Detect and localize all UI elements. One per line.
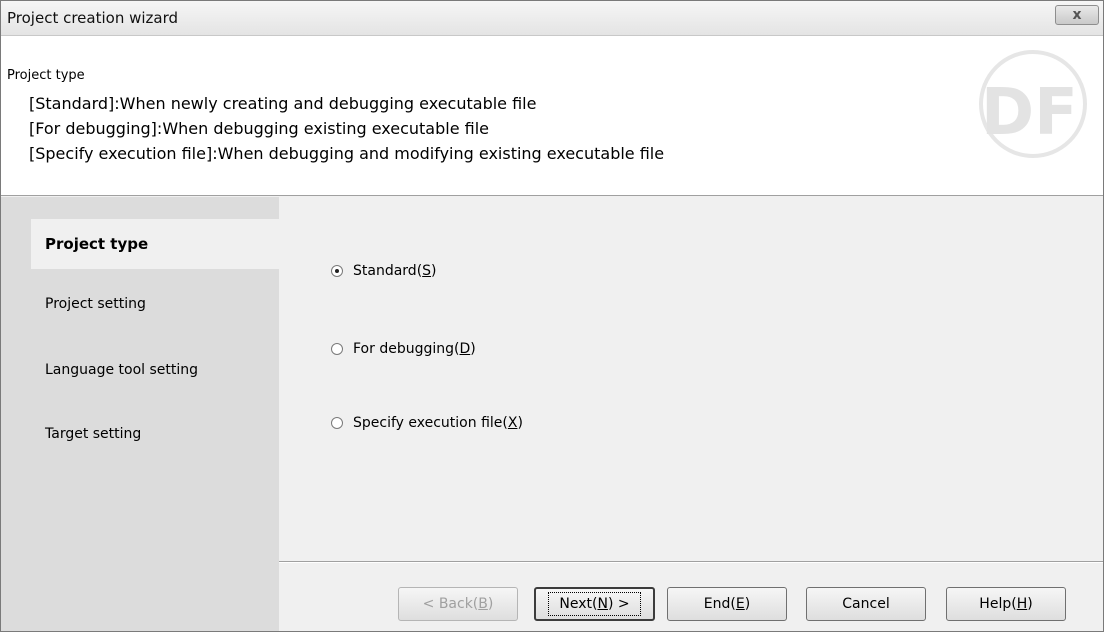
close-button[interactable]: x (1055, 5, 1099, 25)
radio-specify-execution-file[interactable]: Specify execution file(X) (331, 415, 523, 431)
back-button[interactable]: < Back(B) (398, 587, 518, 621)
radio-label: For debugging(D) (353, 341, 476, 357)
header-title: Project type (7, 68, 85, 83)
nav-item-project-setting[interactable]: Project setting (31, 279, 279, 329)
wizard-step-nav: Project type Project setting Language to… (1, 197, 279, 631)
radio-for-debugging[interactable]: For debugging(D) (331, 341, 476, 357)
header-description-line: [For debugging]:When debugging existing … (29, 119, 489, 138)
header-description-line: [Standard]:When newly creating and debug… (29, 94, 537, 113)
button-divider (279, 561, 1103, 563)
next-button[interactable]: Next(N) > (534, 587, 655, 621)
wizard-header: Project type [Standard]:When newly creat… (1, 36, 1103, 196)
radio-button[interactable] (331, 417, 343, 429)
end-button[interactable]: End(E) (667, 587, 787, 621)
nav-item-target-setting[interactable]: Target setting (31, 409, 279, 459)
radio-button[interactable] (331, 343, 343, 355)
nav-item-label: Language tool setting (45, 362, 199, 378)
nav-item-project-type[interactable]: Project type (31, 219, 279, 269)
header-description-line: [Specify execution file]:When debugging … (29, 144, 665, 163)
window-title: Project creation wizard (7, 9, 179, 27)
svg-text:DF: DF (981, 76, 1078, 150)
radio-label: Specify execution file(X) (353, 415, 523, 431)
cancel-button[interactable]: Cancel (806, 587, 926, 621)
help-button[interactable]: Help(H) (946, 587, 1066, 621)
radio-button-checked[interactable] (331, 265, 343, 277)
radio-label: Standard(S) (353, 263, 437, 279)
nav-item-language-tool-setting[interactable]: Language tool setting (31, 345, 279, 395)
nav-item-label: Project setting (45, 296, 146, 312)
close-icon: x (1072, 7, 1082, 23)
nav-item-label: Target setting (45, 426, 142, 442)
radio-standard[interactable]: Standard(S) (331, 263, 437, 279)
wizard-content: Standard(S) For debugging(D) Specify exe… (279, 197, 1103, 631)
df-logo-icon: DF (979, 50, 1087, 158)
title-bar: Project creation wizard x (1, 1, 1103, 36)
wizard-window: Project creation wizard x Project type [… (0, 0, 1104, 632)
nav-item-label: Project type (45, 235, 149, 253)
